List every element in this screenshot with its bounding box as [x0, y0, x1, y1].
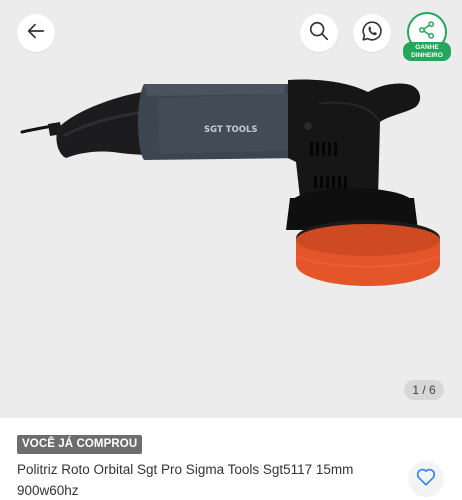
- search-icon: [308, 20, 330, 47]
- already-purchased-badge: VOCÊ JÁ COMPROU: [17, 435, 143, 454]
- image-page-counter: 1 / 6: [404, 380, 444, 400]
- earn-money-badge: Ganhe Dinheiro: [403, 42, 451, 61]
- arrow-left-icon: [25, 20, 47, 47]
- product-title: Politriz Roto Orbital Sgt Pro Sigma Tool…: [17, 462, 354, 498]
- search-button[interactable]: [300, 14, 338, 52]
- share-earn-button[interactable]: Ganhe Dinheiro: [403, 12, 451, 61]
- heart-outline-icon: [415, 466, 437, 493]
- whatsapp-button[interactable]: [353, 14, 391, 52]
- back-button[interactable]: [17, 14, 55, 52]
- favorite-button[interactable]: [408, 461, 444, 497]
- share-icon: [417, 20, 437, 45]
- product-image-gallery[interactable]: Ganhe Dinheiro SGT TOOLS: [0, 0, 462, 418]
- brand-logo-text: SGT TOOLS: [204, 125, 258, 135]
- whatsapp-icon: [360, 19, 384, 48]
- product-info-section: VOCÊ JÁ COMPROU Politriz Roto Orbital Sg…: [0, 418, 462, 500]
- product-image: SGT TOOLS: [18, 78, 448, 298]
